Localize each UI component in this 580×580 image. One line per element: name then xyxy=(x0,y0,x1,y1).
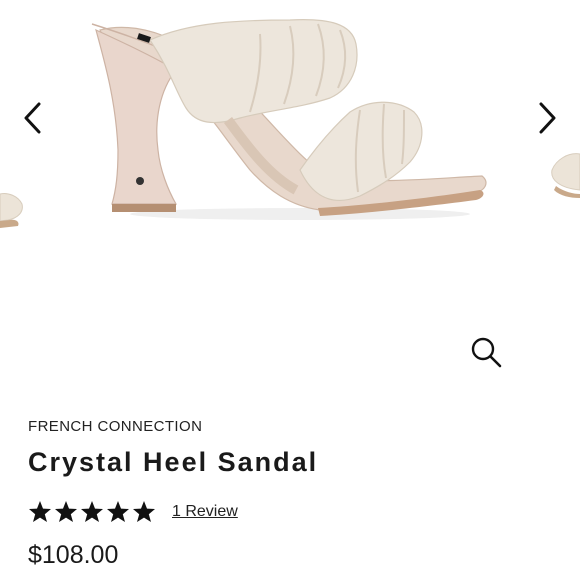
product-info: FRENCH CONNECTION Crystal Heel Sandal 1 … xyxy=(28,412,560,570)
zoom-button[interactable] xyxy=(464,330,508,374)
product-title: Crystal Heel Sandal xyxy=(28,447,319,477)
product-price: $108.00 xyxy=(28,541,119,569)
star-icon xyxy=(55,501,77,522)
star-rating xyxy=(28,500,156,523)
chevron-right-icon xyxy=(539,102,556,134)
star-icon xyxy=(133,501,155,522)
star-icon xyxy=(107,501,129,522)
previous-image-button[interactable] xyxy=(12,96,52,140)
brand-name[interactable]: FRENCH CONNECTION xyxy=(28,418,560,435)
magnifier-icon xyxy=(471,337,502,368)
star-icon xyxy=(29,501,51,522)
product-image-gallery xyxy=(0,0,580,392)
star-icon xyxy=(81,501,103,522)
chevron-left-icon xyxy=(24,102,41,134)
rating-row: 1 Review xyxy=(28,500,560,523)
next-image-button[interactable] xyxy=(528,96,568,140)
reviews-link[interactable]: 1 Review xyxy=(172,503,238,521)
